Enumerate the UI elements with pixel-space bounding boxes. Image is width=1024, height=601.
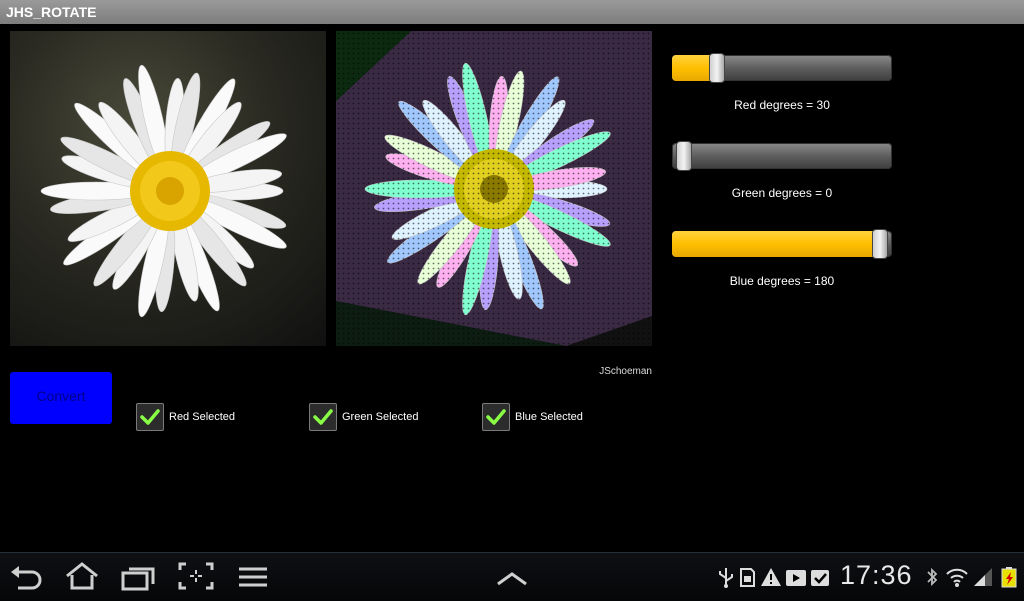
- checkbox-box[interactable]: [309, 403, 337, 431]
- daisy-image: [40, 64, 287, 318]
- blue-degrees-slider[interactable]: [672, 230, 892, 258]
- battery-charging-icon: [1001, 567, 1017, 588]
- chevron-up-icon[interactable]: [494, 564, 530, 592]
- green-degrees-label: Green degrees = 0: [731, 186, 833, 200]
- green-selected-label: Green Selected: [342, 411, 419, 423]
- back-icon[interactable]: [8, 564, 44, 592]
- play-store-icon: [786, 570, 806, 586]
- blue-slider-thumb[interactable]: [873, 230, 887, 258]
- signal-icon: [974, 568, 992, 586]
- menu-icon[interactable]: [236, 564, 272, 592]
- status-clock: 17:36: [840, 560, 913, 590]
- green-selected-checkbox[interactable]: Green Selected: [309, 402, 418, 432]
- recent-apps-icon[interactable]: [120, 564, 156, 592]
- red-degrees-slider[interactable]: [672, 54, 892, 82]
- author-credit: JSchoeman: [599, 366, 652, 377]
- red-selected-label: Red Selected: [169, 411, 236, 423]
- blue-selected-label: Blue Selected: [515, 411, 583, 423]
- convert-button[interactable]: Convert: [10, 372, 112, 424]
- title-bar: JHS_ROTATE: [0, 0, 1024, 24]
- checkmark-icon: [140, 409, 160, 425]
- green-degrees-slider[interactable]: [672, 142, 892, 170]
- app-title: JHS_ROTATE: [6, 4, 97, 20]
- wifi-icon: [946, 568, 968, 587]
- usb-icon: [719, 568, 733, 588]
- warning-icon: [761, 568, 781, 586]
- home-icon[interactable]: [64, 562, 100, 590]
- green-slider-thumb[interactable]: [677, 142, 691, 170]
- blue-slider-fill: [672, 231, 880, 257]
- red-degrees-label: Red degrees = 30: [734, 98, 830, 112]
- red-slider-thumb[interactable]: [709, 54, 724, 82]
- original-image: [10, 31, 326, 346]
- screenshot-icon[interactable]: [178, 562, 214, 590]
- rotated-daisy-image: [336, 31, 652, 346]
- checkmark-icon: [486, 409, 506, 425]
- checkbox-box[interactable]: [136, 403, 164, 431]
- bluetooth-icon: [927, 567, 938, 587]
- red-selected-checkbox[interactable]: Red Selected: [136, 402, 235, 432]
- checkbox-box[interactable]: [482, 403, 510, 431]
- processed-image: [336, 31, 652, 346]
- sd-card-icon: [740, 568, 755, 587]
- blue-degrees-label: Blue degrees = 180: [729, 274, 835, 288]
- blue-selected-checkbox[interactable]: Blue Selected: [482, 402, 583, 432]
- task-done-icon: [811, 570, 829, 586]
- checkmark-icon: [313, 409, 333, 425]
